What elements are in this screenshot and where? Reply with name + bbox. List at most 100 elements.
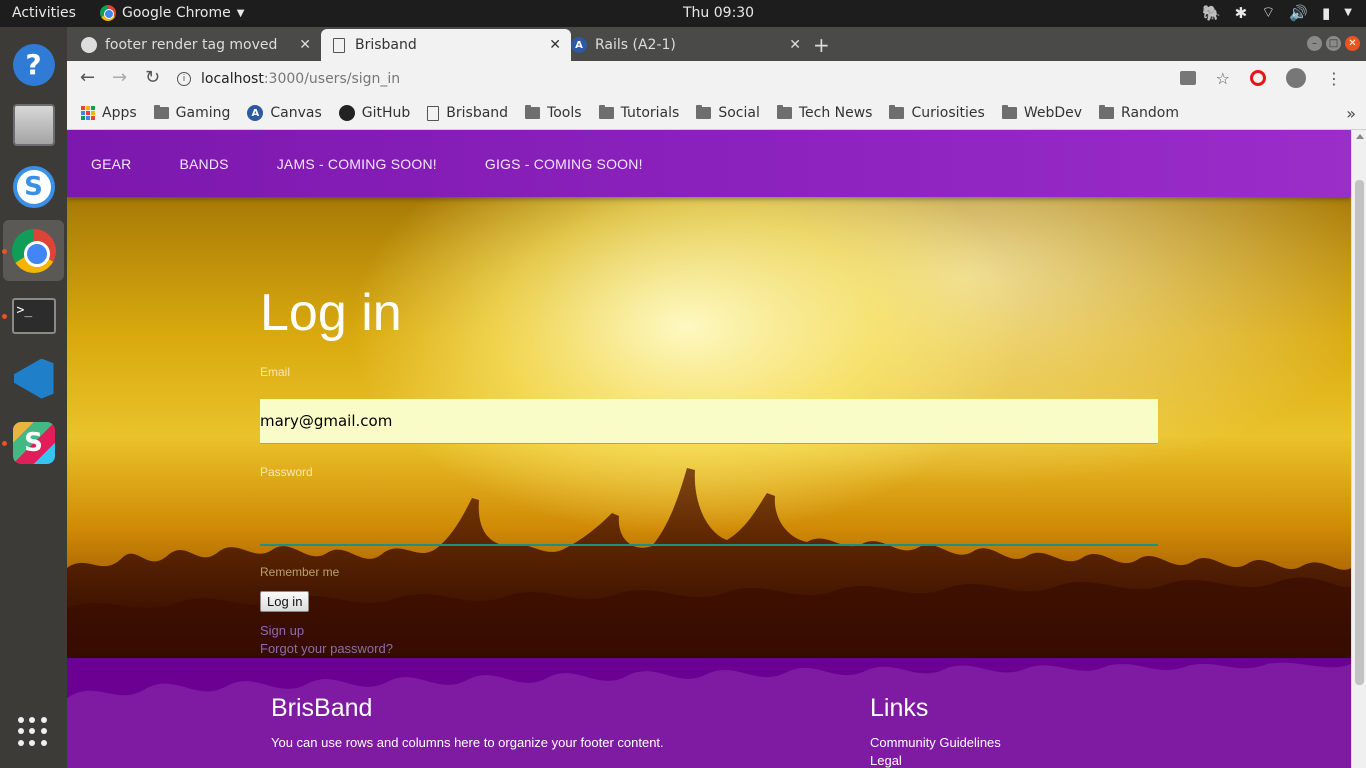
chevron-down-icon: ▼: [236, 7, 245, 19]
system-menu-chevron-icon[interactable]: ▼: [1344, 7, 1352, 18]
bookmark-label: Brisband: [446, 105, 509, 121]
nav-gigs[interactable]: GIGS - COMING SOON!: [485, 156, 643, 172]
apps-icon: [81, 106, 95, 120]
translate-icon[interactable]: [1179, 71, 1196, 85]
bookmark-label: Social: [718, 105, 760, 121]
activities-button[interactable]: Activities: [12, 5, 76, 21]
vscode-icon: [13, 358, 54, 399]
chrome-icon: [11, 228, 56, 273]
browser-toolbar: ← → ↻ i localhost:3000/users/sign_in ☆ ⋮: [67, 61, 1366, 97]
postgres-elephant-icon[interactable]: 🐘: [1202, 4, 1221, 22]
bookmark-tech-news[interactable]: Tech News: [776, 105, 872, 121]
gnome-top-bar: Activities Google Chrome ▼ Thu 09:30 🐘 ✱…: [0, 0, 1366, 27]
bookmark-canvas[interactable]: A Canvas: [247, 105, 322, 121]
bookmarks-bar: Apps Gaming A Canvas GitHub Brisband Tool…: [67, 97, 1366, 130]
chrome-icon: [100, 5, 116, 21]
close-icon[interactable]: ✕: [789, 37, 801, 53]
scroll-up-arrow-icon[interactable]: [1356, 134, 1364, 139]
remember-me-label[interactable]: Remember me: [260, 565, 339, 579]
info-icon[interactable]: i: [177, 72, 191, 86]
tab-footer-render[interactable]: footer render tag moved ✕: [71, 29, 321, 61]
bookmark-tools[interactable]: Tools: [525, 105, 582, 121]
site-footer: BrisBand You can use rows and columns he…: [67, 658, 1351, 768]
slack-launcher[interactable]: S: [3, 412, 64, 473]
page-scrollbar[interactable]: [1351, 130, 1366, 768]
log-in-button[interactable]: Log in: [260, 591, 310, 612]
bookmark-label: Canvas: [270, 105, 322, 121]
close-icon[interactable]: ✕: [299, 37, 311, 53]
more-bookmarks-icon[interactable]: »: [1346, 104, 1356, 123]
bookmark-apps[interactable]: Apps: [81, 105, 137, 121]
site-nav: GEAR BANDS JAMS - COMING SOON! GIGS - CO…: [67, 130, 1351, 197]
sign-up-link[interactable]: Sign up: [260, 623, 304, 638]
volume-icon[interactable]: 🔊: [1289, 4, 1308, 22]
page-title: Log in: [260, 284, 402, 342]
profile-avatar[interactable]: [1286, 68, 1306, 88]
folder-icon: [1099, 105, 1115, 119]
folder-icon: [776, 105, 792, 119]
page-viewport: GEAR BANDS JAMS - COMING SOON! GIGS - CO…: [67, 130, 1351, 768]
back-button[interactable]: ←: [80, 67, 95, 88]
clock[interactable]: Thu 09:30: [683, 5, 754, 21]
bookmark-label: Tutorials: [620, 105, 680, 121]
tab-title: Rails (A2-1): [595, 37, 676, 53]
terminal-launcher[interactable]: >_: [3, 285, 64, 346]
menu-dots-icon[interactable]: ⋮: [1326, 69, 1342, 88]
footer-brand-title: BrisBand: [271, 694, 373, 722]
chrome-window: footer render tag moved ✕ Brisband ✕ A R…: [67, 27, 1366, 768]
show-applications-icon[interactable]: [18, 717, 48, 747]
reload-button[interactable]: ↻: [145, 67, 160, 88]
star-icon[interactable]: ☆: [1216, 69, 1230, 88]
bookmark-random[interactable]: Random: [1099, 105, 1179, 121]
bookmark-label: WebDev: [1023, 105, 1083, 121]
folder-icon: [696, 105, 712, 119]
address-bar[interactable]: i localhost:3000/users/sign_in: [177, 65, 1177, 93]
bookmark-tutorials[interactable]: Tutorials: [598, 105, 680, 121]
scrollbar-thumb[interactable]: [1355, 180, 1364, 685]
github-icon: [338, 105, 355, 121]
bookmark-gaming[interactable]: Gaming: [153, 105, 230, 121]
tab-title: Brisband: [355, 37, 417, 53]
forgot-password-link[interactable]: Forgot your password?: [260, 641, 393, 656]
tab-brisband[interactable]: Brisband ✕: [321, 29, 571, 61]
email-field[interactable]: [260, 399, 1158, 444]
files-icon: [12, 103, 55, 146]
close-window-button[interactable]: ✕: [1345, 36, 1360, 51]
maximize-button[interactable]: □: [1326, 36, 1341, 51]
footer-link-community-guidelines[interactable]: Community Guidelines: [870, 735, 1001, 750]
folder-icon: [889, 105, 905, 119]
vscode-launcher[interactable]: [3, 348, 64, 409]
bookmark-webdev[interactable]: WebDev: [1001, 105, 1083, 121]
nav-jams[interactable]: JAMS - COMING SOON!: [277, 156, 437, 172]
close-icon[interactable]: ✕: [549, 37, 561, 53]
bookmark-social[interactable]: Social: [696, 105, 760, 121]
bookmark-curiosities[interactable]: Curiosities: [889, 105, 985, 121]
bookmark-github[interactable]: GitHub: [338, 105, 410, 121]
nav-gear[interactable]: GEAR: [91, 156, 131, 172]
nav-bands[interactable]: BANDS: [179, 156, 228, 172]
files-launcher[interactable]: [3, 94, 64, 155]
tab-title: footer render tag moved: [105, 37, 278, 53]
battery-icon[interactable]: ▮: [1322, 4, 1330, 22]
wifi-icon[interactable]: ⌔: [1261, 3, 1275, 22]
opera-extension-icon[interactable]: [1250, 70, 1266, 86]
bookmark-brisband[interactable]: Brisband: [427, 105, 508, 121]
simplenote-icon: S: [12, 165, 55, 208]
new-tab-button[interactable]: +: [813, 33, 830, 57]
email-label: Email: [260, 365, 291, 379]
tab-rails[interactable]: A Rails (A2-1) ✕: [561, 29, 811, 61]
puzzle-gear-icon[interactable]: ✱: [1235, 4, 1248, 22]
help-launcher[interactable]: ?: [3, 34, 64, 95]
app-menu[interactable]: Google Chrome ▼: [100, 5, 244, 21]
chrome-launcher[interactable]: [3, 220, 64, 281]
minimize-button[interactable]: –: [1307, 36, 1322, 51]
url-path: :3000/users/sign_in: [263, 71, 401, 87]
password-field[interactable]: [260, 501, 1158, 546]
folder-icon: [153, 105, 169, 119]
bookmark-label: Curiosities: [911, 105, 985, 121]
document-icon: [331, 37, 347, 53]
footer-link-legal[interactable]: Legal: [870, 753, 902, 768]
simplenote-launcher[interactable]: S: [3, 156, 64, 217]
forward-button[interactable]: →: [112, 67, 127, 88]
github-icon: [81, 37, 97, 53]
